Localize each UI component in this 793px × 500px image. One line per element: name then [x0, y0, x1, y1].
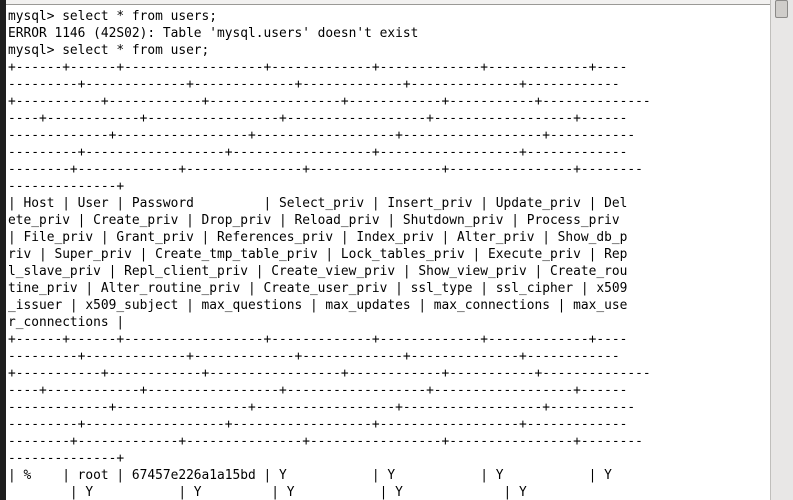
terminal-window[interactable]: mysql> select * from users; ERROR 1146 (4…: [0, 0, 793, 500]
console-line: ete_priv | Create_priv | Drop_priv | Rel…: [8, 213, 620, 228]
console-line: ----+------------+-----------------+----…: [8, 383, 628, 398]
console-line: ---------+------------------+-----------…: [8, 417, 628, 432]
console-line: --------+-------------+---------------+-…: [8, 162, 643, 177]
console-line: +------+------+------------------+------…: [8, 60, 628, 75]
console-line: riv | Super_priv | Create_tmp_table_priv…: [8, 247, 628, 262]
console-line: | % | root | 67457e226a1a15bd | Y | Y | …: [8, 468, 612, 483]
console-line: --------------+: [8, 179, 125, 194]
console-line: ERROR 1146 (42S02): Table 'mysql.users' …: [8, 26, 419, 41]
console-line: +------+------+------------------+------…: [8, 332, 628, 347]
console-line: tine_priv | Alter_routine_priv | Create_…: [8, 281, 628, 296]
console-line: ---------+------------------+-----------…: [8, 145, 628, 160]
window-left-border: [0, 0, 6, 500]
console-line: ---------+-------------+-------------+--…: [8, 349, 620, 364]
console-line: _issuer | x509_subject | max_questions |…: [8, 298, 628, 313]
window-top-divider: [0, 4, 793, 5]
console-line: --------+-------------+---------------+-…: [8, 434, 643, 449]
console-line: +-----------+------------+--------------…: [8, 94, 651, 109]
console-line: | File_priv | Grant_priv | References_pr…: [8, 230, 628, 245]
console-line: | Y | Y | Y | Y | Y: [8, 485, 527, 500]
vertical-scrollbar[interactable]: [770, 0, 793, 500]
console-line: | Host | User | Password | Select_priv |…: [8, 196, 628, 211]
scrollbar-thumb[interactable]: [775, 0, 788, 18]
console-line: -------------+-----------------+--------…: [8, 400, 636, 415]
console-line: mysql> select * from users;: [8, 9, 218, 24]
console-output[interactable]: mysql> select * from users; ERROR 1146 (4…: [8, 8, 653, 500]
console-line: ---------+-------------+-------------+--…: [8, 77, 620, 92]
console-line: -------------+-----------------+--------…: [8, 128, 636, 143]
console-line: mysql> select * from user;: [8, 43, 210, 58]
console-line: +-----------+------------+--------------…: [8, 366, 651, 381]
console-line: r_connections |: [8, 315, 125, 330]
console-line: ----+------------+-----------------+----…: [8, 111, 628, 126]
console-line: l_slave_priv | Repl_client_priv | Create…: [8, 264, 628, 279]
console-line: --------------+: [8, 451, 125, 466]
